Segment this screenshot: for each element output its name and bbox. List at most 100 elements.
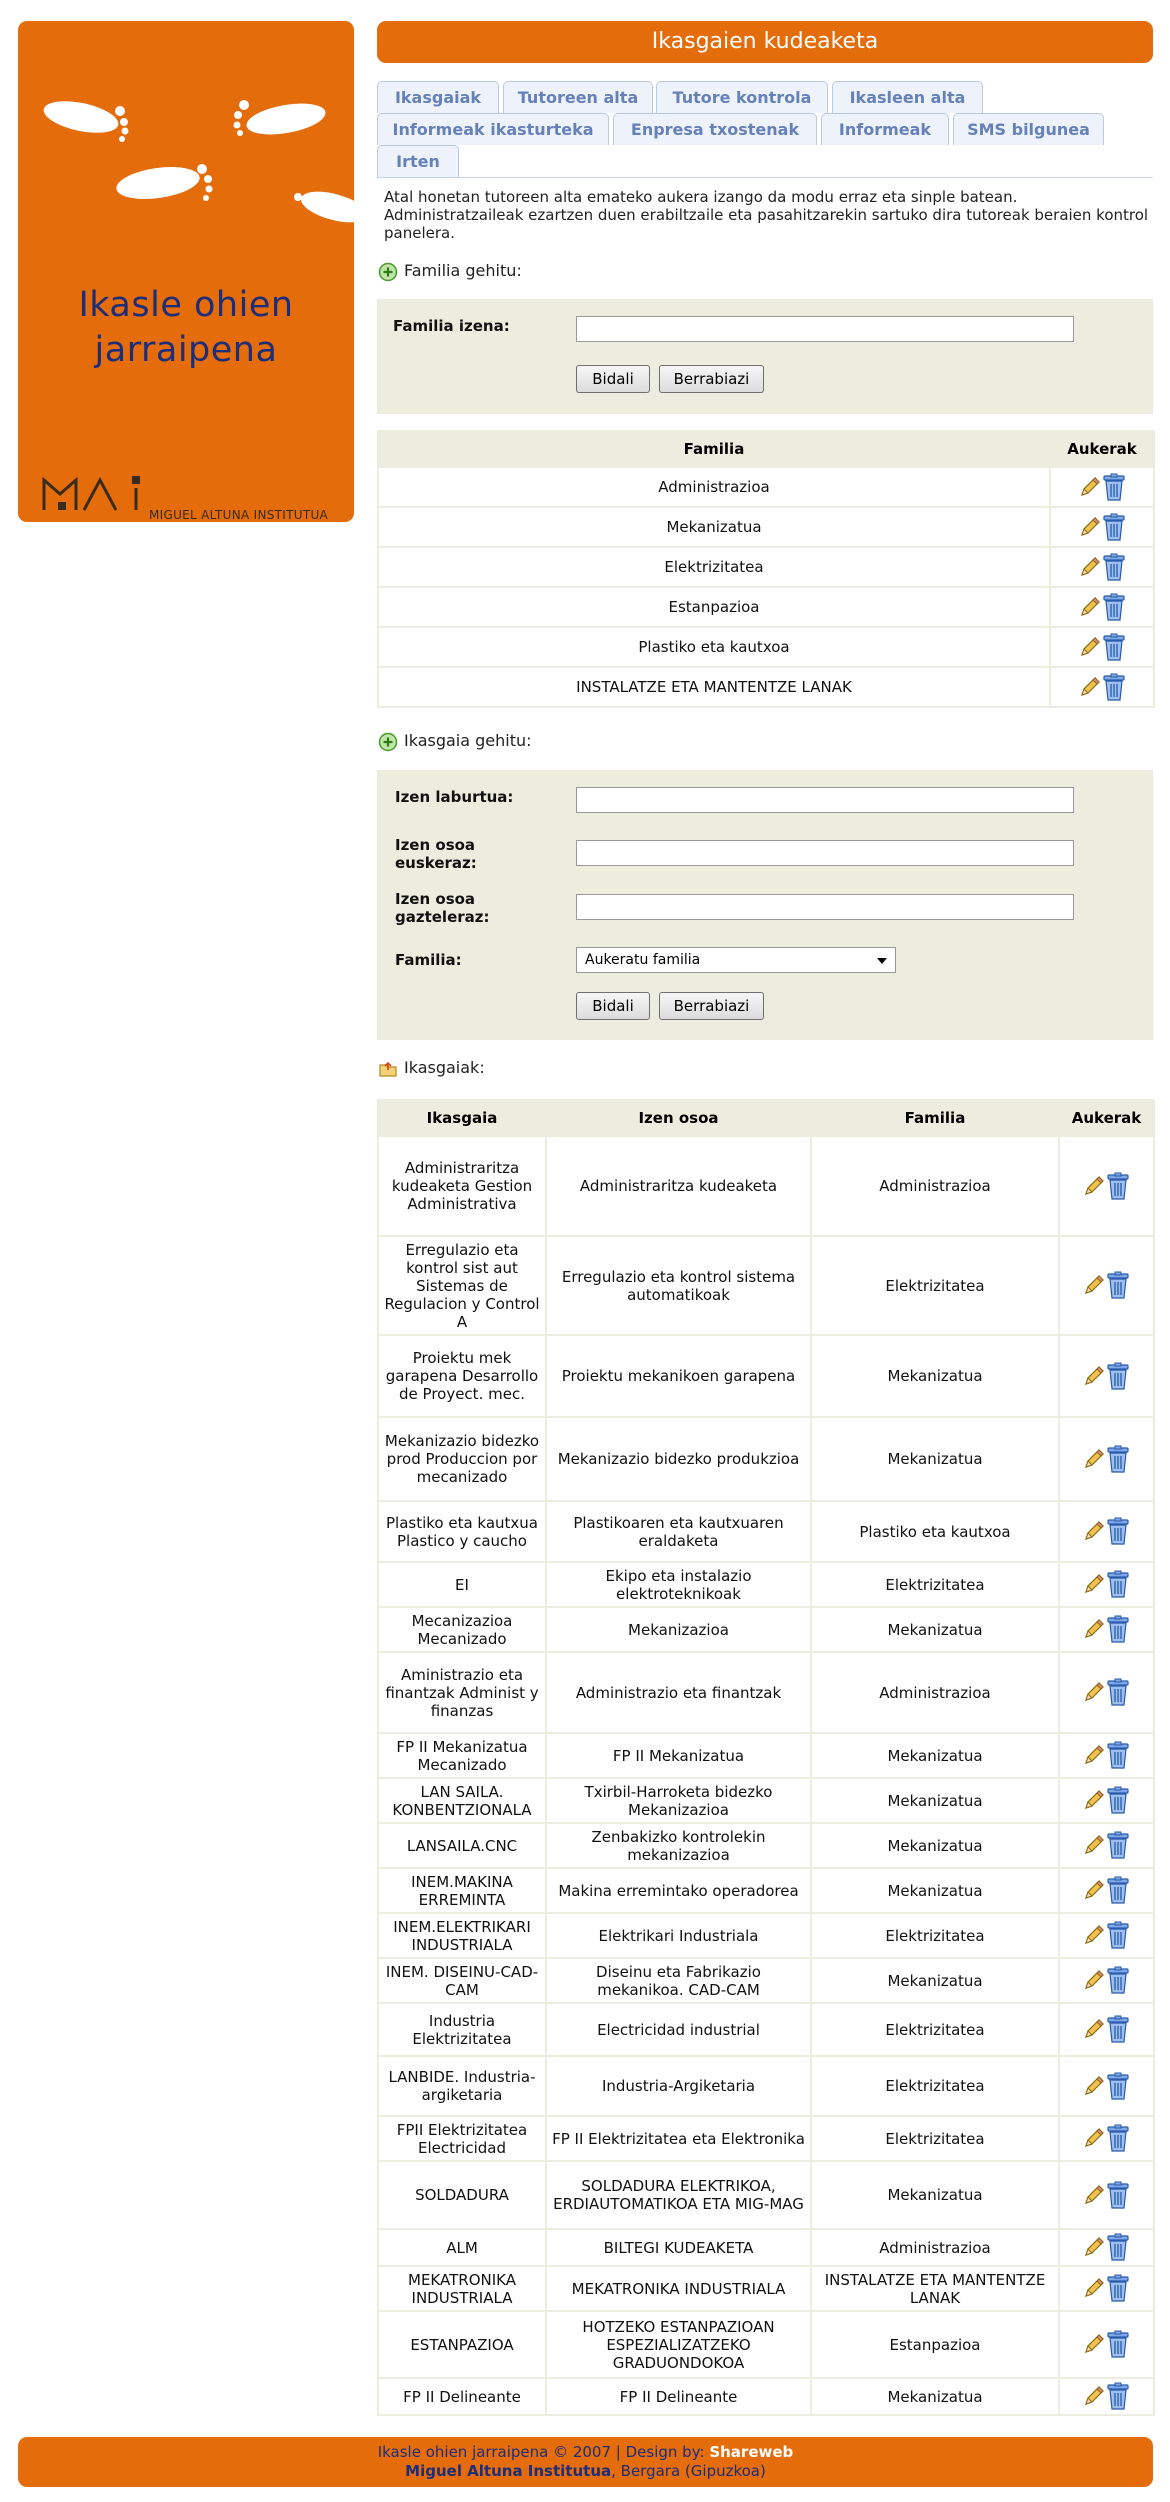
tab-informeak-ikasturteka[interactable]: Informeak ikasturteka [377,113,609,145]
edit-pencil-icon[interactable] [1079,516,1101,538]
row-actions [1060,1608,1153,1651]
row-actions [1060,2230,1153,2265]
delete-trash-icon[interactable] [1106,1517,1130,1545]
izen-osoa-cell: Administraritza kudeaketa [547,1137,810,1235]
delete-trash-icon[interactable] [1102,513,1126,541]
edit-pencil-icon[interactable] [1079,476,1101,498]
footer-designer-link[interactable]: Shareweb [709,2443,793,2461]
delete-trash-icon[interactable] [1106,1921,1130,1949]
footer-school-link[interactable]: Miguel Altuna Institutua [405,2462,611,2480]
izen-osoa-cell: Plastikoaren eta kautxuaren eraldaketa [547,1502,810,1561]
row-actions [1060,1734,1153,1777]
delete-trash-icon[interactable] [1102,473,1126,501]
action-icons [1079,473,1126,501]
edit-pencil-icon[interactable] [1083,1175,1105,1197]
edit-pencil-icon[interactable] [1083,2236,1105,2258]
delete-trash-icon[interactable] [1106,1615,1130,1643]
row-actions [1060,1563,1153,1606]
edit-pencil-icon[interactable] [1083,2018,1105,2040]
familia-submit-button[interactable]: Bidali [576,365,650,393]
delete-trash-icon[interactable] [1106,2181,1130,2209]
row-actions [1051,508,1153,546]
delete-trash-icon[interactable] [1106,1445,1130,1473]
delete-trash-icon[interactable] [1106,2382,1130,2410]
edit-pencil-icon[interactable] [1083,2127,1105,2149]
edit-pencil-icon[interactable] [1079,676,1101,698]
table-row: INEM. DISEINU-CAD-CAM Diseinu eta Fabrika… [379,1959,1153,2002]
familia-select[interactable]: Aukeratu familia [576,947,896,973]
izen-osoa-euskeraz-input[interactable] [576,840,1074,866]
delete-trash-icon[interactable] [1106,1876,1130,1904]
edit-pencil-icon[interactable] [1083,1618,1105,1640]
tab-enpresa-txostenak[interactable]: Enpresa txostenak [613,113,817,145]
tab-ikasgaiak[interactable]: Ikasgaiak [377,81,499,113]
edit-pencil-icon[interactable] [1083,1274,1105,1296]
edit-pencil-icon[interactable] [1083,1879,1105,1901]
familia-cell: Elektrizitatea [812,2117,1058,2160]
add-icon[interactable] [378,262,398,282]
action-icons [1083,1517,1130,1545]
edit-pencil-icon[interactable] [1079,596,1101,618]
delete-trash-icon[interactable] [1106,2015,1130,2043]
edit-pencil-icon[interactable] [1083,1969,1105,1991]
delete-trash-icon[interactable] [1106,2233,1130,2261]
izen-osoa-cell: Diseinu eta Fabrikazio mekanikoa. CAD-CA… [547,1959,810,2002]
edit-pencil-icon[interactable] [1083,1573,1105,1595]
tab-tutore-kontrola[interactable]: Tutore kontrola [656,81,828,113]
edit-pencil-icon[interactable] [1083,1744,1105,1766]
table-row: LAN SAILA. KONBENTZIONALA Txirbil-Harroke… [379,1779,1153,1822]
delete-trash-icon[interactable] [1102,673,1126,701]
familia-name-cell: Mekanizatua [379,508,1049,546]
familia-name-cell: Administrazioa [379,468,1049,506]
edit-pencil-icon[interactable] [1083,2385,1105,2407]
tab-informeak[interactable]: Informeak [821,113,949,145]
edit-pencil-icon[interactable] [1083,1365,1105,1387]
izen-osoa-gazteleraz-input[interactable] [576,894,1074,920]
edit-pencil-icon[interactable] [1079,556,1101,578]
delete-trash-icon[interactable] [1106,1831,1130,1859]
familia-reset-button[interactable]: Berrabiazi [659,365,764,393]
delete-trash-icon[interactable] [1106,1786,1130,1814]
delete-trash-icon[interactable] [1106,1678,1130,1706]
delete-trash-icon[interactable] [1106,2330,1130,2358]
action-icons [1083,1741,1130,1769]
delete-trash-icon[interactable] [1102,633,1126,661]
edit-pencil-icon[interactable] [1083,1924,1105,1946]
edit-pencil-icon[interactable] [1083,1834,1105,1856]
ikasgaiak-table: Ikasgaia Izen osoa Familia Aukerak Admin… [377,1099,1155,2416]
edit-pencil-icon[interactable] [1083,2277,1105,2299]
tab-irten[interactable]: Irten [377,145,459,177]
delete-trash-icon[interactable] [1106,1362,1130,1390]
edit-pencil-icon[interactable] [1083,1448,1105,1470]
table-row: LANSAILA.CNC Zenbakizko kontrolekin mekan… [379,1824,1153,1867]
ikasgaia-reset-button[interactable]: Berrabiazi [659,992,764,1020]
delete-trash-icon[interactable] [1106,2124,1130,2152]
delete-trash-icon[interactable] [1106,1570,1130,1598]
tab-sms-bilgunea[interactable]: SMS bilgunea [953,113,1104,145]
edit-pencil-icon[interactable] [1083,2184,1105,2206]
izen-osoa-euskeraz-label: Izen osoa euskeraz: [395,836,477,872]
delete-trash-icon[interactable] [1102,553,1126,581]
delete-trash-icon[interactable] [1106,1741,1130,1769]
edit-pencil-icon[interactable] [1083,2075,1105,2097]
action-icons [1079,513,1126,541]
delete-trash-icon[interactable] [1106,1271,1130,1299]
delete-trash-icon[interactable] [1106,1172,1130,1200]
tab-ikasleen-alta[interactable]: Ikasleen alta [832,81,983,113]
delete-trash-icon[interactable] [1106,1966,1130,1994]
label-line: Izen osoa [395,836,476,854]
delete-trash-icon[interactable] [1106,2274,1130,2302]
ikasgaia-submit-button[interactable]: Bidali [576,992,650,1020]
edit-pencil-icon[interactable] [1083,2333,1105,2355]
delete-trash-icon[interactable] [1102,593,1126,621]
edit-pencil-icon[interactable] [1079,636,1101,658]
delete-trash-icon[interactable] [1106,2072,1130,2100]
edit-pencil-icon[interactable] [1083,1520,1105,1542]
familia-name-input[interactable] [576,316,1074,342]
add-icon[interactable] [378,732,398,752]
tab-tutoreen-alta[interactable]: Tutoreen alta [503,81,653,113]
edit-pencil-icon[interactable] [1083,1789,1105,1811]
edit-pencil-icon[interactable] [1083,1681,1105,1703]
izen-laburtua-input[interactable] [576,787,1074,813]
row-actions [1060,1779,1153,1822]
